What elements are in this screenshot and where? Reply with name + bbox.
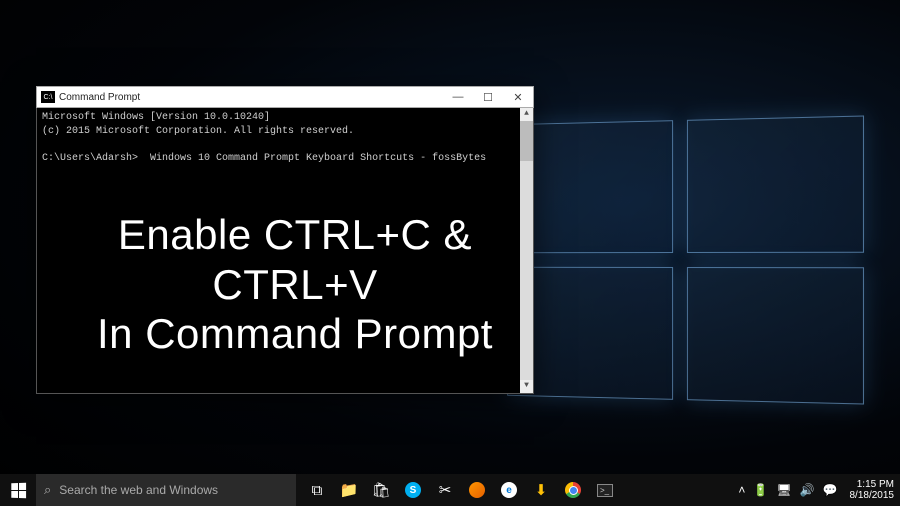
titlebar[interactable]: C:\ Command Prompt — ☐ ✕ bbox=[36, 86, 534, 108]
maximize-button[interactable]: ☐ bbox=[473, 87, 503, 107]
firefox-button[interactable] bbox=[462, 474, 492, 506]
scroll-up-button[interactable]: ▲ bbox=[520, 108, 533, 121]
logo-pane bbox=[687, 115, 864, 253]
logo-pane bbox=[687, 267, 864, 405]
clock-time: 1:15 PM bbox=[850, 479, 895, 490]
search-box[interactable]: ⌕ Search the web and Windows bbox=[36, 474, 296, 506]
search-icon: ⌕ bbox=[44, 482, 51, 498]
skype-button[interactable]: S bbox=[398, 474, 428, 506]
folder-icon: 📁 bbox=[340, 481, 359, 499]
terminal-icon: >_ bbox=[597, 484, 613, 497]
task-view-button[interactable]: ⧉ bbox=[302, 474, 332, 506]
minimize-button[interactable]: — bbox=[443, 87, 473, 107]
snip-button[interactable]: ✂ bbox=[430, 474, 460, 506]
terminal-line: (c) 2015 Microsoft Corporation. All righ… bbox=[42, 125, 528, 139]
edge-button[interactable]: e bbox=[494, 474, 524, 506]
taskbar: ⌕ Search the web and Windows ⧉ 📁 🛍 S ✂ e… bbox=[0, 474, 900, 506]
start-button[interactable] bbox=[0, 474, 36, 506]
file-explorer-button[interactable]: 📁 bbox=[334, 474, 364, 506]
store-button[interactable]: 🛍 bbox=[366, 474, 396, 506]
terminal-line: Microsoft Windows [Version 10.0.10240] bbox=[42, 111, 528, 125]
firefox-icon bbox=[469, 482, 485, 498]
clock-date: 8/18/2015 bbox=[850, 490, 895, 501]
system-tray: ˄ 🔋 🖥 🔊 💬 1:15 PM 8/18/2015 bbox=[738, 479, 900, 501]
chrome-icon bbox=[565, 482, 581, 498]
tray-overflow-button[interactable]: ˄ bbox=[738, 483, 745, 497]
scrollbar[interactable]: ▲ ▼ bbox=[520, 108, 533, 393]
task-view-icon: ⧉ bbox=[312, 482, 323, 499]
headline-line1: Enable CTRL+C & CTRL+V bbox=[80, 210, 510, 309]
clock[interactable]: 1:15 PM 8/18/2015 bbox=[846, 479, 895, 501]
windows-start-icon bbox=[11, 482, 26, 497]
prompt-path: C:\Users\Adarsh> bbox=[42, 153, 138, 164]
network-icon[interactable]: 🖥 bbox=[776, 483, 791, 497]
headline-overlay: Enable CTRL+C & CTRL+V In Command Prompt bbox=[80, 210, 510, 359]
snip-icon: ✂ bbox=[439, 481, 452, 499]
search-placeholder: Search the web and Windows bbox=[59, 483, 218, 497]
battery-icon[interactable]: 🔋 bbox=[753, 483, 768, 497]
scroll-down-button[interactable]: ▼ bbox=[520, 380, 533, 393]
terminal-blank bbox=[42, 138, 528, 152]
edge-icon: e bbox=[501, 482, 517, 498]
close-button[interactable]: ✕ bbox=[503, 87, 533, 107]
notifications-icon[interactable]: 💬 bbox=[823, 483, 838, 497]
skype-icon: S bbox=[405, 482, 421, 498]
cmd-icon: C:\ bbox=[41, 91, 55, 103]
scroll-thumb[interactable] bbox=[520, 121, 533, 161]
windows-logo-wallpaper bbox=[507, 115, 864, 404]
headline-line2: In Command Prompt bbox=[80, 309, 510, 359]
prompt-command: Windows 10 Command Prompt Keyboard Short… bbox=[150, 153, 486, 164]
download-icon: ⬇ bbox=[535, 481, 548, 499]
taskbar-pinned: ⧉ 📁 🛍 S ✂ e ⬇ >_ bbox=[302, 474, 620, 506]
store-icon: 🛍 bbox=[371, 481, 390, 499]
chrome-button[interactable] bbox=[558, 474, 588, 506]
window-title: Command Prompt bbox=[59, 92, 443, 103]
terminal-prompt-line: C:\Users\Adarsh> Windows 10 Command Prom… bbox=[42, 152, 528, 166]
terminal-button[interactable]: >_ bbox=[590, 474, 620, 506]
volume-icon[interactable]: 🔊 bbox=[800, 483, 815, 497]
download-button[interactable]: ⬇ bbox=[526, 474, 556, 506]
